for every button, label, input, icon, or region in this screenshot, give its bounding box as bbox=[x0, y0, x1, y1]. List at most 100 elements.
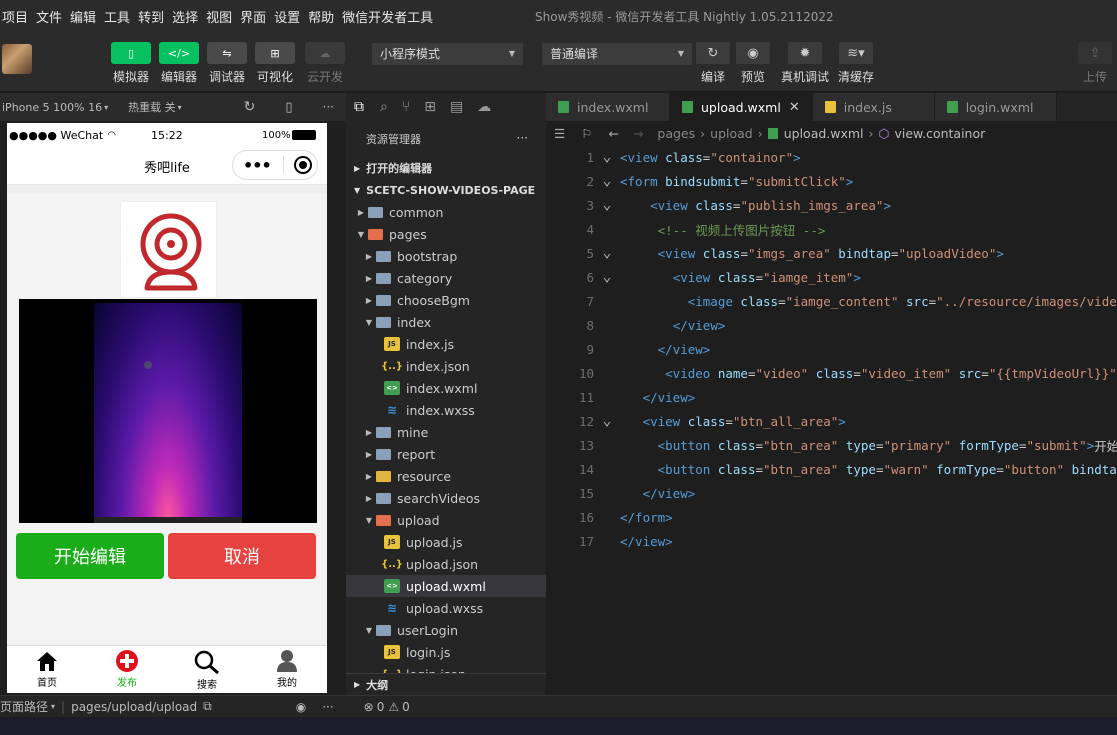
video-player[interactable] bbox=[19, 299, 317, 523]
tree-file[interactable]: JS upload.js bbox=[346, 531, 546, 553]
device-select[interactable]: iPhone 5 100% 16 bbox=[2, 101, 102, 114]
tree-file[interactable]: {..} upload.json bbox=[346, 553, 546, 575]
menu-item[interactable]: 视图 bbox=[202, 7, 236, 26]
page-path-label[interactable]: 页面路径 bbox=[0, 698, 48, 715]
tree-folder[interactable]: ▶ chooseBgm bbox=[346, 289, 546, 311]
more-icon[interactable]: ··· bbox=[322, 700, 333, 714]
code-editor[interactable]: 1 ⌄ <view class = "containor" >2 ⌄ <form bindsu… bbox=[546, 145, 1117, 695]
tree-folder[interactable]: ▶ common bbox=[346, 201, 546, 223]
tab-publish[interactable]: 发布 bbox=[87, 646, 167, 693]
close-icon[interactable]: ✕ bbox=[789, 100, 800, 115]
tree-folder[interactable]: ▶ resource bbox=[346, 465, 546, 487]
editor-tab[interactable]: index.wxml bbox=[546, 93, 670, 121]
rotate-icon[interactable]: ↻ bbox=[244, 99, 256, 115]
tree-folder[interactable]: ▶ bootstrap bbox=[346, 245, 546, 267]
copy-icon[interactable]: ⧉ bbox=[203, 699, 212, 714]
outline-section[interactable]: ▶ 大纲 bbox=[346, 673, 546, 695]
open-editors-section[interactable]: ▶ 打开的编辑器 bbox=[346, 157, 546, 179]
breadcrumb-item[interactable]: view.containor bbox=[894, 126, 985, 141]
start-edit-button[interactable]: 开始编辑 bbox=[16, 533, 164, 579]
fold-chevron-icon[interactable]: ⌄ bbox=[594, 150, 620, 164]
tree-file[interactable]: ≋ index.wxss bbox=[346, 399, 546, 421]
tab-search[interactable]: 搜索 bbox=[167, 646, 247, 693]
clear-cache-button[interactable]: ≋▾ 清缓存 bbox=[834, 42, 878, 85]
tree-file[interactable]: <> upload.wxml bbox=[346, 575, 546, 597]
visual-button[interactable]: ⊞ 可视化 bbox=[253, 42, 297, 85]
real-debug-button[interactable]: ✹ 真机调试 bbox=[781, 42, 829, 85]
breadcrumb-item[interactable]: upload bbox=[710, 126, 753, 141]
search-icon[interactable]: ⌕ bbox=[380, 99, 388, 115]
cloud-dev-button[interactable]: ☁ 云开发 bbox=[303, 42, 347, 85]
tree-file[interactable]: <> index.wxml bbox=[346, 377, 546, 399]
hot-reload-toggle[interactable]: 热重载 关 bbox=[128, 99, 176, 115]
eye-icon[interactable]: ◉ bbox=[296, 700, 306, 714]
project-section[interactable]: ▼ SCETC-SHOW-VIDEOS-PAGE bbox=[346, 179, 546, 201]
fold-chevron-icon[interactable]: ⌄ bbox=[594, 174, 620, 188]
mode-select[interactable]: 小程序模式 ▼ bbox=[372, 43, 523, 65]
editor-tab[interactable]: upload.wxml ✕ bbox=[670, 93, 813, 121]
preview-button[interactable]: ◉ 预览 bbox=[731, 42, 775, 85]
files-icon[interactable]: ⧉ bbox=[354, 99, 364, 115]
breadcrumb-item[interactable]: upload.wxml bbox=[784, 126, 864, 141]
menu-item[interactable]: 工具 bbox=[100, 7, 134, 26]
debugger-button[interactable]: ⇋ 调试器 bbox=[205, 42, 249, 85]
tree-file[interactable]: ≋ upload.wxss bbox=[346, 597, 546, 619]
menu-item[interactable]: 转到 bbox=[134, 7, 168, 26]
forward-arrow-icon[interactable]: → bbox=[633, 126, 643, 141]
menu-item[interactable]: 选择 bbox=[168, 7, 202, 26]
compile-select[interactable]: 普通编译 ▼ bbox=[542, 43, 692, 65]
tree-folder[interactable]: ▶ searchVideos bbox=[346, 487, 546, 509]
upload-video-button[interactable] bbox=[120, 201, 217, 298]
fold-chevron-icon[interactable]: ⌄ bbox=[594, 270, 620, 284]
tab-mine[interactable]: 我的 bbox=[247, 646, 327, 693]
tree-file[interactable]: JS login.js bbox=[346, 641, 546, 663]
tree-folder[interactable]: ▶ category bbox=[346, 267, 546, 289]
phone-icon[interactable]: ▯ bbox=[285, 100, 292, 115]
code-token: <video bbox=[665, 365, 718, 381]
breadcrumb-item[interactable]: pages bbox=[657, 126, 695, 141]
tree-folder[interactable]: ▼ userLogin bbox=[346, 619, 546, 641]
menu-item[interactable]: 设置 bbox=[270, 7, 304, 26]
menu-item[interactable]: 微信开发者工具 bbox=[338, 7, 437, 26]
back-arrow-icon[interactable]: ← bbox=[608, 126, 618, 141]
tree-folder[interactable]: ▶ mine bbox=[346, 421, 546, 443]
editor-button[interactable]: </> 编辑器 bbox=[157, 42, 201, 85]
fold-chevron-icon[interactable]: ⌄ bbox=[594, 414, 620, 428]
git-branch-icon[interactable]: ⑂ bbox=[402, 99, 410, 115]
simulator-button[interactable]: ▯ 模拟器 bbox=[109, 42, 153, 85]
capsule-menu[interactable]: ••• bbox=[232, 150, 318, 180]
tree-folder[interactable]: ▶ report bbox=[346, 443, 546, 465]
code-token: > bbox=[793, 149, 801, 165]
error-count[interactable]: 0 bbox=[377, 700, 385, 714]
cancel-button[interactable]: 取消 bbox=[168, 533, 316, 579]
menu-item[interactable]: 项目 bbox=[0, 7, 32, 26]
tree-file[interactable]: {..} index.json bbox=[346, 355, 546, 377]
cloud-icon[interactable]: ☁ bbox=[477, 99, 491, 115]
fold-chevron-icon[interactable]: ⌄ bbox=[594, 198, 620, 212]
tab-home[interactable]: 首页 bbox=[7, 646, 87, 693]
warning-count[interactable]: 0 bbox=[402, 700, 410, 714]
more-icon[interactable]: ··· bbox=[323, 100, 334, 114]
editor-tab[interactable]: index.js bbox=[812, 93, 935, 121]
bookmark-icon[interactable]: ⚐ bbox=[581, 126, 592, 141]
tree-folder[interactable]: ▼ upload bbox=[346, 509, 546, 531]
menu-item[interactable]: 文件 bbox=[32, 7, 66, 26]
upload-button[interactable]: ⇪ 上传 bbox=[1073, 42, 1117, 85]
menu-item[interactable]: 编辑 bbox=[66, 7, 100, 26]
menu-item[interactable]: 界面 bbox=[236, 7, 270, 26]
editor-tab[interactable]: login.wxml bbox=[934, 93, 1057, 121]
tree-folder[interactable]: ▼ pages bbox=[346, 223, 546, 245]
code-token: = bbox=[732, 197, 741, 213]
close-capsule-icon[interactable] bbox=[293, 156, 312, 174]
tree-folder[interactable]: ▼ index bbox=[346, 311, 546, 333]
more-icon[interactable]: ··· bbox=[517, 131, 528, 145]
tree-file[interactable]: JS index.js bbox=[346, 333, 546, 355]
avatar[interactable] bbox=[2, 44, 32, 74]
extensions-icon[interactable]: ⊞ bbox=[424, 99, 436, 115]
list-icon[interactable]: ☰ bbox=[554, 126, 565, 141]
compile-button[interactable]: ↻ 编译 bbox=[691, 42, 735, 85]
fold-chevron-icon[interactable]: ⌄ bbox=[594, 246, 620, 260]
menu-item[interactable]: 帮助 bbox=[304, 7, 338, 26]
panel-icon[interactable]: ▤ bbox=[450, 99, 463, 115]
more-icon[interactable]: ••• bbox=[243, 156, 272, 175]
